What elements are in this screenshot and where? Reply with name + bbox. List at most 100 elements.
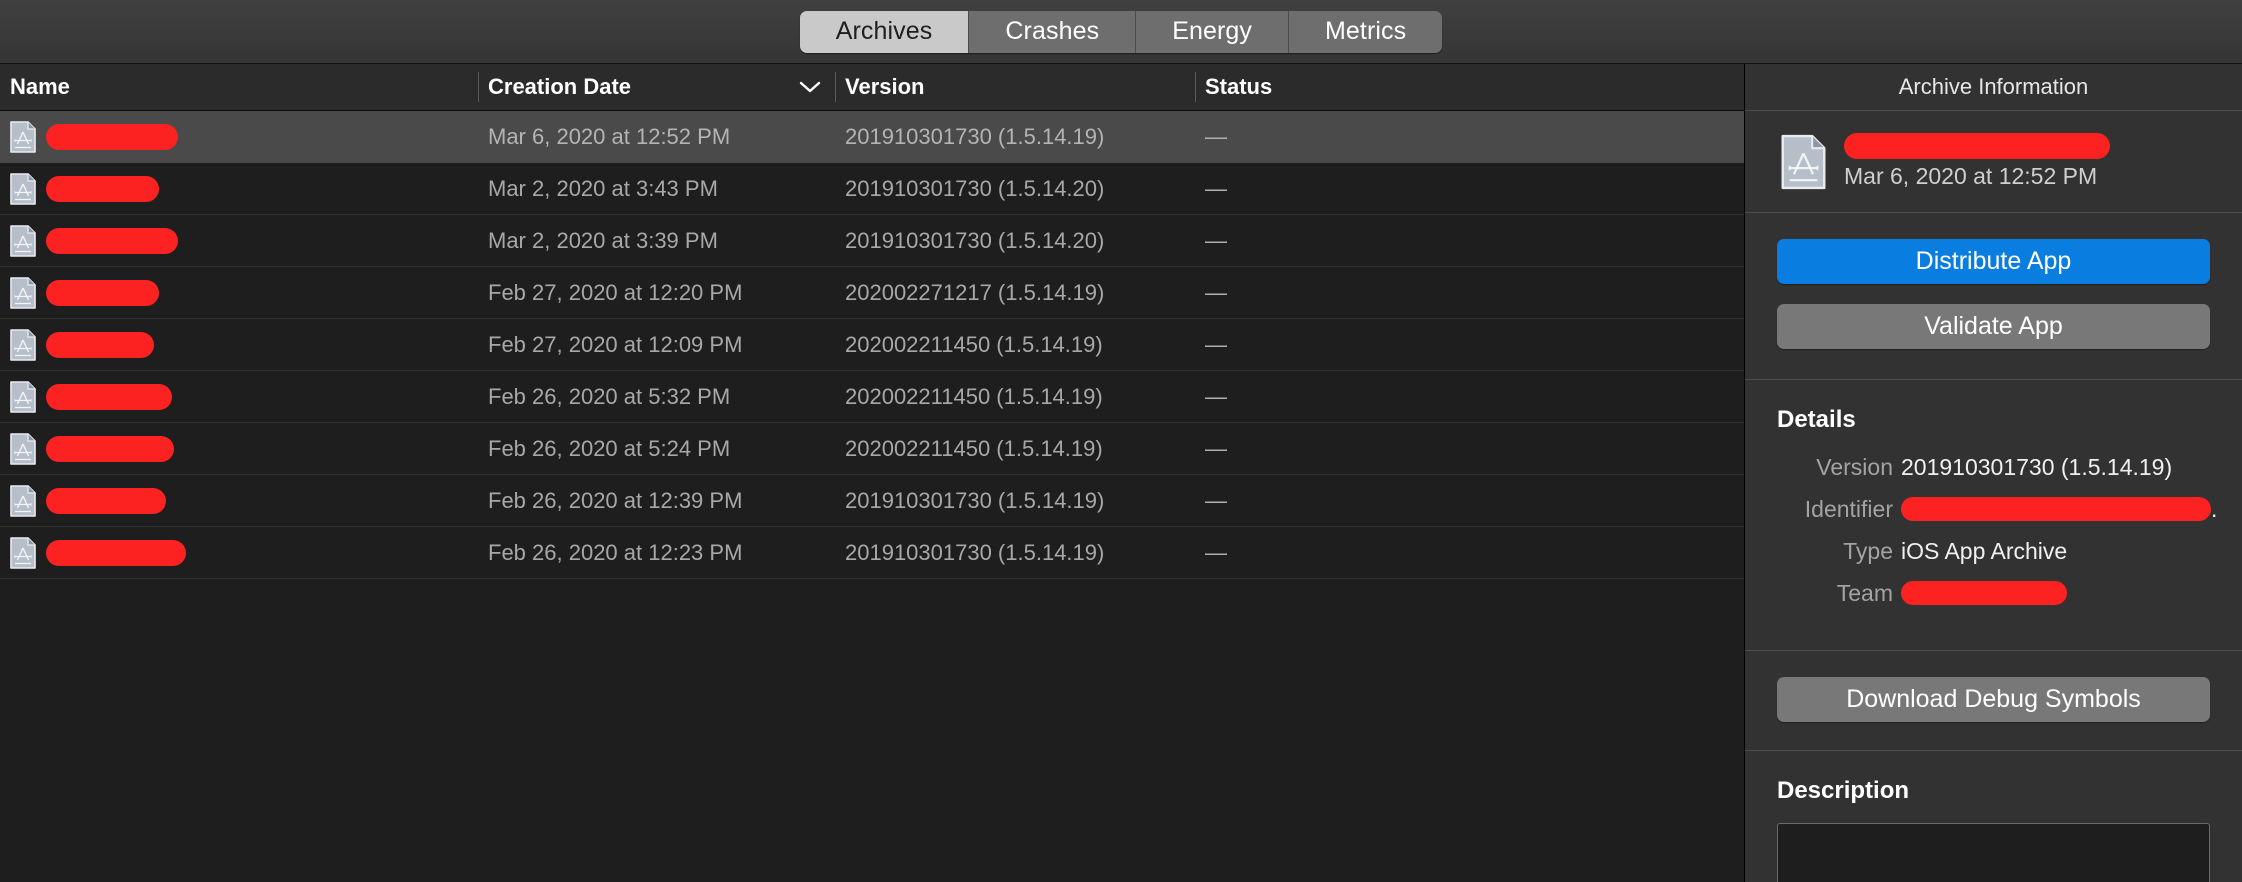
organizer-tab-segmented-control[interactable]: Archives Crashes Energy Metrics xyxy=(799,10,1443,53)
xcode-archive-document-icon xyxy=(10,380,36,413)
tab-crashes[interactable]: Crashes xyxy=(969,10,1137,53)
table-row[interactable]: Feb 26, 2020 at 5:32 PM 202002211450 (1.5… xyxy=(0,371,1744,423)
cell-date-text: Feb 26, 2020 at 12:39 PM xyxy=(488,487,743,513)
cell-status-text: — xyxy=(1205,279,1227,305)
validate-app-button[interactable]: Validate App xyxy=(1777,304,2210,349)
cell-status: — xyxy=(1195,319,1744,370)
table-row[interactable]: Feb 26, 2020 at 12:23 PM 201910301730 (1.… xyxy=(0,527,1744,579)
tab-archives[interactable]: Archives xyxy=(799,10,970,53)
chevron-down-icon xyxy=(799,80,821,94)
cell-status-text: — xyxy=(1205,487,1227,513)
cell-version: 202002271217 (1.5.14.19) xyxy=(835,267,1195,318)
cell-date: Feb 26, 2020 at 5:32 PM xyxy=(478,371,835,422)
cell-version: 201910301730 (1.5.14.19) xyxy=(835,111,1195,162)
cell-name xyxy=(0,111,478,162)
archives-table: Name Creation Date Version Status Mar 6,… xyxy=(0,64,1745,882)
archive-name-redaction xyxy=(46,175,159,202)
cell-status: — xyxy=(1195,371,1744,422)
column-header-status[interactable]: Status xyxy=(1195,64,1744,110)
cell-version: 201910301730 (1.5.14.19) xyxy=(835,475,1195,526)
archive-name-redaction xyxy=(46,123,178,150)
tab-energy[interactable]: Energy xyxy=(1136,10,1289,53)
cell-version: 201910301730 (1.5.14.20) xyxy=(835,215,1195,266)
detail-value: . xyxy=(1901,496,2217,523)
table-row[interactable]: Mar 6, 2020 at 12:52 PM 201910301730 (1.5… xyxy=(0,111,1744,163)
xcode-archive-document-icon xyxy=(10,328,36,361)
cell-status: — xyxy=(1195,475,1744,526)
cell-date: Feb 27, 2020 at 12:20 PM xyxy=(478,267,835,318)
cell-status-text: — xyxy=(1205,123,1227,149)
cell-version-text: 201910301730 (1.5.14.20) xyxy=(845,175,1105,201)
column-header-creation-date[interactable]: Creation Date xyxy=(478,64,835,110)
detail-row: Identifier. xyxy=(1777,494,2218,524)
cell-status: — xyxy=(1195,423,1744,474)
details-section-title: Details xyxy=(1777,406,1856,433)
detail-value: 201910301730 (1.5.14.19) xyxy=(1901,453,2173,480)
archive-name-redaction xyxy=(1844,133,2110,159)
cell-date-text: Feb 27, 2020 at 12:20 PM xyxy=(488,279,743,305)
table-body: Mar 6, 2020 at 12:52 PM 201910301730 (1.5… xyxy=(0,111,1744,882)
cell-status-text: — xyxy=(1205,539,1227,565)
archive-name-redaction xyxy=(46,331,154,358)
details-field-list: Version 201910301730 (1.5.14.19) Identifie… xyxy=(1777,452,2218,608)
cell-status-text: — xyxy=(1205,331,1227,357)
distribute-app-button[interactable]: Distribute App xyxy=(1777,239,2210,284)
xcode-archive-document-icon xyxy=(10,484,36,517)
cell-date: Feb 27, 2020 at 12:09 PM xyxy=(478,319,835,370)
cell-version: 201910301730 (1.5.14.20) xyxy=(835,163,1195,214)
column-header-status-label: Status xyxy=(1205,74,1273,99)
description-section-title: Description xyxy=(1777,777,1910,804)
cell-name xyxy=(0,319,478,370)
cell-status: — xyxy=(1195,267,1744,318)
column-header-version[interactable]: Version xyxy=(835,64,1195,110)
cell-date-text: Feb 27, 2020 at 12:09 PM xyxy=(488,331,743,357)
table-row[interactable]: Feb 26, 2020 at 5:24 PM 202002211450 (1.5… xyxy=(0,423,1744,475)
toolbar: Archives Crashes Energy Metrics xyxy=(0,0,2242,64)
tab-metrics[interactable]: Metrics xyxy=(1289,10,1443,53)
xcode-archive-document-icon xyxy=(10,120,36,153)
cell-version: 202002211450 (1.5.14.19) xyxy=(835,371,1195,422)
description-section: Description xyxy=(1745,751,2242,882)
xcode-archive-document-icon xyxy=(10,276,36,309)
cell-version: 201910301730 (1.5.14.19) xyxy=(835,527,1195,578)
cell-name xyxy=(0,423,478,474)
cell-version-text: 202002211450 (1.5.14.19) xyxy=(845,383,1103,409)
cell-status-text: — xyxy=(1205,227,1227,253)
detail-label: Identifier xyxy=(1804,495,1893,522)
cell-status-text: — xyxy=(1205,383,1227,409)
detail-value-redaction xyxy=(1901,581,2067,605)
xcode-archive-document-icon xyxy=(10,536,36,569)
column-header-name-label: Name xyxy=(10,74,70,99)
xcode-organizer-window: Archives Crashes Energy Metrics Name Creati… xyxy=(0,0,2242,882)
archive-name-redaction xyxy=(46,279,159,306)
detail-label: Version xyxy=(1816,453,1893,480)
cell-version-text: 201910301730 (1.5.14.19) xyxy=(845,123,1105,149)
cell-version-text: 202002211450 (1.5.14.19) xyxy=(845,435,1103,461)
table-row[interactable]: Feb 27, 2020 at 12:09 PM 202002211450 (1.… xyxy=(0,319,1744,371)
xcode-archive-document-icon xyxy=(1781,134,1826,190)
table-row[interactable]: Feb 26, 2020 at 12:39 PM 201910301730 (1.… xyxy=(0,475,1744,527)
table-row[interactable]: Mar 2, 2020 at 3:39 PM 201910301730 (1.5.… xyxy=(0,215,1744,267)
detail-label: Type xyxy=(1843,537,1893,564)
cell-date-text: Feb 26, 2020 at 5:32 PM xyxy=(488,383,731,409)
detail-value-redaction xyxy=(1901,497,2211,521)
download-debug-symbols-button[interactable]: Download Debug Symbols xyxy=(1777,677,2210,722)
description-textarea[interactable] xyxy=(1777,823,2210,882)
column-header-name[interactable]: Name xyxy=(0,64,478,110)
detail-value xyxy=(1901,581,2067,605)
table-row[interactable]: Mar 2, 2020 at 3:43 PM 201910301730 (1.5.… xyxy=(0,163,1744,215)
cell-name xyxy=(0,267,478,318)
cell-date: Mar 2, 2020 at 3:43 PM xyxy=(478,163,835,214)
cell-date: Feb 26, 2020 at 5:24 PM xyxy=(478,423,835,474)
archive-name-redaction xyxy=(46,227,178,254)
cell-status-text: — xyxy=(1205,175,1227,201)
cell-status: — xyxy=(1195,111,1744,162)
cell-version: 202002211450 (1.5.14.19) xyxy=(835,319,1195,370)
cell-status-text: — xyxy=(1205,435,1227,461)
cell-status: — xyxy=(1195,527,1744,578)
cell-date-text: Mar 6, 2020 at 12:52 PM xyxy=(488,123,731,149)
archive-name-redaction xyxy=(46,435,174,462)
table-row[interactable]: Feb 27, 2020 at 12:20 PM 202002271217 (1.… xyxy=(0,267,1744,319)
xcode-archive-document-icon xyxy=(10,224,36,257)
cell-date: Feb 26, 2020 at 12:23 PM xyxy=(478,527,835,578)
